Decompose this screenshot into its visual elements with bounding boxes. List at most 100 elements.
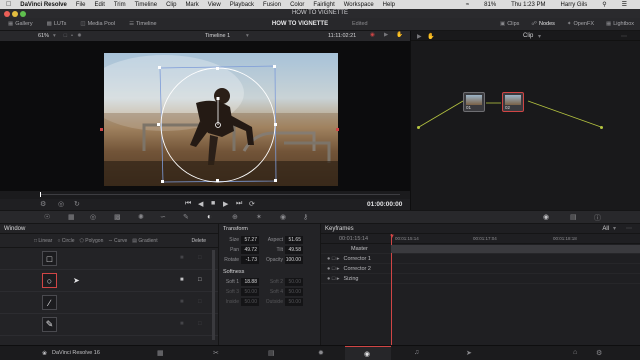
- square-window-button[interactable]: □: [42, 251, 57, 266]
- mask-icon[interactable]: □: [198, 277, 202, 283]
- window-item-pen[interactable]: ✎ ■ □: [0, 314, 218, 336]
- info-icon[interactable]: ⓘ: [594, 213, 601, 223]
- gradient-tool[interactable]: ▤ Gradient: [132, 238, 157, 244]
- menu-view[interactable]: View: [208, 2, 221, 8]
- media-pool-button[interactable]: ◫ Media Pool: [80, 21, 115, 27]
- menu-help[interactable]: Help: [383, 2, 395, 8]
- window-edge-handle-right[interactable]: [336, 128, 339, 131]
- window-handle[interactable]: [216, 67, 219, 70]
- menu-mark[interactable]: Mark: [185, 2, 198, 8]
- window-handle[interactable]: [274, 123, 277, 126]
- circle-tool[interactable]: ○ Circle: [57, 238, 74, 244]
- clip-mode-label[interactable]: Clip: [523, 33, 533, 39]
- audio-icon[interactable]: ◎: [58, 200, 64, 208]
- window-list-scrollbar[interactable]: [212, 250, 215, 340]
- zoom-window-icon[interactable]: [20, 10, 26, 17]
- keyframe-track-sizing[interactable]: ● □ ▸ Sizing: [321, 274, 640, 284]
- track-enable-icon[interactable]: ● □ ▸: [327, 266, 339, 272]
- window-handle[interactable]: [161, 180, 164, 183]
- menu-workspace[interactable]: Workspace: [344, 2, 374, 8]
- timeline-dropdown-icon[interactable]: ▾: [246, 33, 249, 39]
- key-icon[interactable]: ⚷: [303, 213, 308, 221]
- motion-effects-icon[interactable]: ✺: [138, 213, 144, 221]
- delete-window-button[interactable]: Delete: [192, 238, 206, 244]
- keyframe-track-master[interactable]: Master: [321, 244, 640, 254]
- inside-field[interactable]: 50.00: [241, 298, 259, 306]
- keyframe-mode[interactable]: All: [602, 226, 609, 232]
- keyframe-track-corrector-2[interactable]: ● □ ▸ Corrector 2: [321, 264, 640, 274]
- window-handle[interactable]: [216, 179, 219, 182]
- viewer-options-icon[interactable]: ⚙: [40, 200, 46, 208]
- luts-button[interactable]: ▩ LUTs: [47, 21, 67, 27]
- pointer-tool-icon[interactable]: ▶: [417, 33, 422, 40]
- battery-label[interactable]: 81%: [484, 2, 496, 8]
- node-01[interactable]: 01: [463, 92, 485, 112]
- reverse-play-button[interactable]: ◀: [198, 200, 203, 208]
- mask-icon[interactable]: □: [198, 321, 202, 327]
- record-icon[interactable]: ◉: [370, 32, 375, 38]
- openfx-button[interactable]: ✦ OpenFX: [567, 21, 594, 27]
- window-item-line[interactable]: ∕ ■ □: [0, 292, 218, 314]
- edit-page-icon[interactable]: ▤: [268, 349, 275, 357]
- stop-button[interactable]: ■: [211, 200, 215, 207]
- keyframe-view-icon[interactable]: ◉: [543, 213, 549, 221]
- window-item-square[interactable]: □ ■ □: [0, 248, 218, 270]
- master-track-bar[interactable]: [391, 245, 640, 253]
- keyframe-options-icon[interactable]: ⋯: [626, 225, 632, 232]
- color-page-tab[interactable]: ◉: [345, 346, 391, 360]
- circle-window-button[interactable]: ○: [42, 273, 57, 288]
- viewer-scrubber[interactable]: [0, 191, 410, 199]
- list-icon[interactable]: ☰: [622, 1, 627, 8]
- window-tool-icon[interactable]: ◐: [207, 212, 212, 221]
- color-wheels-icon[interactable]: ◎: [90, 213, 96, 221]
- play-button[interactable]: ▶: [223, 200, 228, 208]
- soft3-field[interactable]: 50.00: [241, 288, 259, 296]
- playhead[interactable]: [40, 192, 41, 197]
- invert-icon[interactable]: ■: [180, 277, 184, 283]
- clips-button[interactable]: ▣ Clips: [500, 21, 519, 27]
- window-handle[interactable]: [157, 123, 160, 126]
- line-window-button[interactable]: ∕: [42, 295, 57, 310]
- track-enable-icon[interactable]: ● □ ▸: [327, 276, 339, 282]
- media-page-icon[interactable]: ▦: [157, 349, 164, 357]
- window-handle[interactable]: [273, 65, 276, 68]
- camera-raw-icon[interactable]: ☉: [44, 213, 50, 221]
- pointer-icon[interactable]: ▶: [384, 32, 388, 38]
- last-frame-button[interactable]: ⏭: [236, 200, 242, 208]
- menu-trim[interactable]: Trim: [114, 2, 126, 8]
- menu-color[interactable]: Color: [290, 2, 304, 8]
- invert-icon[interactable]: ■: [180, 321, 184, 327]
- aspect-field[interactable]: 51.65: [285, 236, 303, 244]
- menu-file[interactable]: File: [76, 2, 86, 8]
- invert-icon[interactable]: ■: [180, 255, 184, 261]
- timeline-button[interactable]: ☰ Timeline: [129, 21, 157, 27]
- lightbox-button[interactable]: ▦ Lightbox: [606, 21, 634, 27]
- wifi-icon[interactable]: ≈: [466, 2, 469, 8]
- menu-clip[interactable]: Clip: [166, 2, 176, 8]
- cut-page-icon[interactable]: ✂: [213, 349, 219, 357]
- tilt-field[interactable]: 49.58: [285, 246, 303, 254]
- pen-window-button[interactable]: ✎: [42, 317, 57, 332]
- invert-icon[interactable]: ■: [180, 299, 184, 305]
- keyframe-mode-dropdown-icon[interactable]: ▾: [613, 225, 616, 232]
- loop-icon[interactable]: ↻: [74, 200, 80, 208]
- settings-icon[interactable]: ⚙: [596, 349, 602, 357]
- window-edge-handle-left[interactable]: [100, 128, 103, 131]
- clock-label[interactable]: Thu 1:23 PM: [511, 2, 545, 8]
- window-handle[interactable]: [274, 179, 277, 182]
- outside-field[interactable]: 50.00: [285, 298, 303, 306]
- menu-playback[interactable]: Playback: [230, 2, 254, 8]
- track-enable-icon[interactable]: ● □ ▸: [327, 256, 339, 262]
- blur-icon[interactable]: ◉: [280, 213, 286, 221]
- qualifier-icon[interactable]: ✎: [183, 213, 189, 221]
- menu-fusion[interactable]: Fusion: [263, 2, 281, 8]
- zoom-level[interactable]: 61%: [38, 33, 49, 39]
- color-match-icon[interactable]: ▦: [68, 213, 75, 221]
- hand-tool-icon[interactable]: ✋: [427, 33, 434, 40]
- clip-dropdown-icon[interactable]: ▾: [538, 33, 541, 40]
- pan-field[interactable]: 49.72: [241, 246, 259, 254]
- close-window-icon[interactable]: [4, 10, 10, 17]
- fx-icon[interactable]: ✸: [77, 33, 82, 39]
- deliver-page-icon[interactable]: ➤: [466, 349, 472, 357]
- gallery-button[interactable]: ▦ Gallery: [8, 21, 33, 27]
